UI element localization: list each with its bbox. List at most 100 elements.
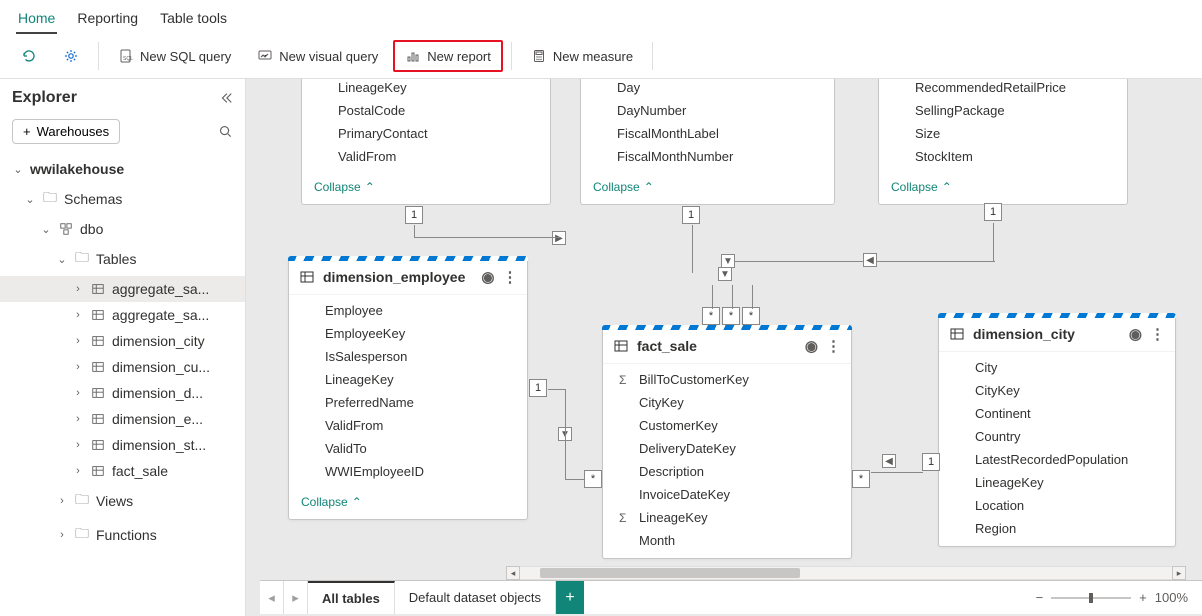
field-row[interactable]: Description xyxy=(603,460,851,483)
field-row[interactable]: CustomerKey xyxy=(603,414,851,437)
field-row[interactable]: WWIEmployeeID xyxy=(289,460,527,483)
new-report-button[interactable]: New report xyxy=(393,40,503,72)
zoom-percent: 100% xyxy=(1155,590,1188,605)
tree-table-item[interactable]: ›fact_sale xyxy=(0,458,245,484)
collapse-link[interactable]: Collapse⌃ xyxy=(289,489,527,519)
tree-table-item[interactable]: ›dimension_city xyxy=(0,328,245,354)
add-warehouses-button[interactable]: + Warehouses xyxy=(12,119,120,144)
field-row[interactable]: LineageKey xyxy=(939,471,1175,494)
field-row[interactable]: PreferredName xyxy=(289,391,527,414)
collapse-link[interactable]: Collapse⌃ xyxy=(302,174,550,204)
scroll-right-button[interactable]: ▸ xyxy=(1172,566,1186,580)
field-row[interactable]: PostalCode xyxy=(302,99,550,122)
field-row[interactable]: Size xyxy=(879,122,1127,145)
field-row[interactable]: EmployeeKey xyxy=(289,322,527,345)
field-row[interactable]: ValidFrom xyxy=(289,414,527,437)
tabs-scroll-right[interactable]: ▸ xyxy=(284,581,308,614)
collapse-explorer-icon[interactable] xyxy=(219,91,233,105)
bottom-tab-all-tables[interactable]: All tables xyxy=(308,581,395,614)
field-row[interactable]: Employee xyxy=(289,299,527,322)
field-row[interactable]: FiscalMonthNumber xyxy=(581,145,834,168)
refresh-icon xyxy=(21,48,37,64)
tree-table-item[interactable]: ›dimension_d... xyxy=(0,380,245,406)
settings-button[interactable] xyxy=(52,41,90,71)
tree-table-item[interactable]: ›aggregate_sa... xyxy=(0,302,245,328)
field-row[interactable]: DeliveryDateKey xyxy=(603,437,851,460)
schema-icon xyxy=(58,222,74,236)
table-card-fact-sale[interactable]: fact_sale ◉ ⋮ ΣBillToCustomerKeyCityKeyC… xyxy=(602,326,852,559)
field-row[interactable]: SellingPackage xyxy=(879,99,1127,122)
field-row[interactable]: PrimaryContact xyxy=(302,122,550,145)
tree-dbo-label: dbo xyxy=(80,221,103,237)
diagram-canvas[interactable]: LineageKeyPostalCodePrimaryContactValidF… xyxy=(246,79,1202,616)
field-row[interactable]: FiscalMonthLabel xyxy=(581,122,834,145)
table-card-dimension-city[interactable]: dimension_city ◉ ⋮ CityCityKeyContinentC… xyxy=(938,314,1176,547)
new-visual-query-button[interactable]: New visual query xyxy=(246,41,389,71)
tabs-scroll-left[interactable]: ◂ xyxy=(260,581,284,614)
field-row[interactable]: Day xyxy=(581,79,834,99)
collapse-link[interactable]: Collapse⌃ xyxy=(581,174,834,204)
refresh-button[interactable] xyxy=(10,41,48,71)
field-row[interactable]: Country xyxy=(939,425,1175,448)
visibility-icon[interactable]: ◉ xyxy=(1129,325,1142,343)
field-row[interactable]: DayNumber xyxy=(581,99,834,122)
table-card-truncated-b[interactable]: Day DayNumber FiscalMonthLabelFiscalMonthN… xyxy=(580,79,835,205)
cardinality-one-badge: 1 xyxy=(984,203,1002,221)
field-row[interactable]: InvoiceDateKey xyxy=(603,483,851,506)
zoom-in-button[interactable]: + xyxy=(1139,590,1147,605)
search-icon[interactable] xyxy=(218,124,233,139)
field-row[interactable]: Continent xyxy=(939,402,1175,425)
field-row[interactable]: ΣLineageKey xyxy=(603,506,851,529)
ribbon-tab-home[interactable]: Home xyxy=(16,6,57,34)
collapse-link[interactable]: Collapse⌃ xyxy=(879,174,1127,204)
tree-views[interactable]: › 🗀 Views xyxy=(0,484,245,518)
scroll-track[interactable] xyxy=(520,566,1172,580)
zoom-thumb[interactable] xyxy=(1089,593,1093,603)
zoom-slider[interactable] xyxy=(1051,597,1131,599)
table-card-truncated-c[interactable]: RecommendedRetailPriceSellingPackageSize… xyxy=(878,79,1128,205)
more-icon[interactable]: ⋮ xyxy=(826,337,841,355)
ribbon-tab-table-tools[interactable]: Table tools xyxy=(158,6,229,34)
tree-root-wwilakehouse[interactable]: ⌄ wwilakehouse xyxy=(0,156,245,182)
field-row[interactable]: RecommendedRetailPrice xyxy=(879,79,1127,99)
table-card-dimension-employee[interactable]: dimension_employee ◉ ⋮ EmployeeEmployeeK… xyxy=(288,257,528,520)
tree-dbo[interactable]: ⌄ dbo xyxy=(0,216,245,242)
ribbon-tab-reporting[interactable]: Reporting xyxy=(75,6,140,34)
more-icon[interactable]: ⋮ xyxy=(502,268,517,286)
tree-table-item[interactable]: ›dimension_cu... xyxy=(0,354,245,380)
field-row[interactable]: LineageKey xyxy=(289,368,527,391)
field-row[interactable]: ValidTo xyxy=(289,437,527,460)
visibility-icon[interactable]: ◉ xyxy=(805,337,818,355)
field-row[interactable]: Month xyxy=(603,529,851,552)
tree-schemas[interactable]: ⌄ 🗀 Schemas xyxy=(0,182,245,216)
zoom-out-button[interactable]: − xyxy=(1036,590,1044,605)
table-card-truncated-a[interactable]: LineageKeyPostalCodePrimaryContactValidF… xyxy=(301,79,551,205)
scroll-left-button[interactable]: ◂ xyxy=(506,566,520,580)
tree-functions[interactable]: › 🗀 Functions xyxy=(0,518,245,552)
field-row[interactable]: IsSalesperson xyxy=(289,345,527,368)
field-row[interactable]: CityKey xyxy=(939,379,1175,402)
add-layout-button[interactable]: + xyxy=(556,581,584,614)
field-row[interactable]: Location xyxy=(939,494,1175,517)
scroll-thumb[interactable] xyxy=(540,568,800,578)
more-icon[interactable]: ⋮ xyxy=(1150,325,1165,343)
new-sql-query-button[interactable]: SQL New SQL query xyxy=(107,41,242,71)
horizontal-scrollbar[interactable]: ◂ ▸ xyxy=(506,566,1186,580)
field-row[interactable]: ΣBillToCustomerKey xyxy=(603,368,851,391)
field-row[interactable]: LineageKey xyxy=(302,79,550,99)
field-row[interactable]: StockItem xyxy=(879,145,1127,168)
tree-table-item[interactable]: ›aggregate_sa... xyxy=(0,276,245,302)
field-row[interactable]: ValidFrom xyxy=(302,145,550,168)
field-row[interactable]: CityKey xyxy=(603,391,851,414)
field-row[interactable]: LatestRecordedPopulation xyxy=(939,448,1175,471)
bottom-tab-default-dataset[interactable]: Default dataset objects xyxy=(395,581,556,614)
tree-table-item[interactable]: ›dimension_e... xyxy=(0,406,245,432)
field-row[interactable]: City xyxy=(939,356,1175,379)
chevron-up-icon: ⌃ xyxy=(352,495,362,509)
field-label: DayNumber xyxy=(617,103,686,118)
field-row[interactable]: Region xyxy=(939,517,1175,540)
tree-table-item[interactable]: ›dimension_st... xyxy=(0,432,245,458)
tree-tables[interactable]: ⌄ 🗀 Tables xyxy=(0,242,245,276)
new-measure-button[interactable]: New measure xyxy=(520,41,644,71)
visibility-icon[interactable]: ◉ xyxy=(481,268,494,286)
